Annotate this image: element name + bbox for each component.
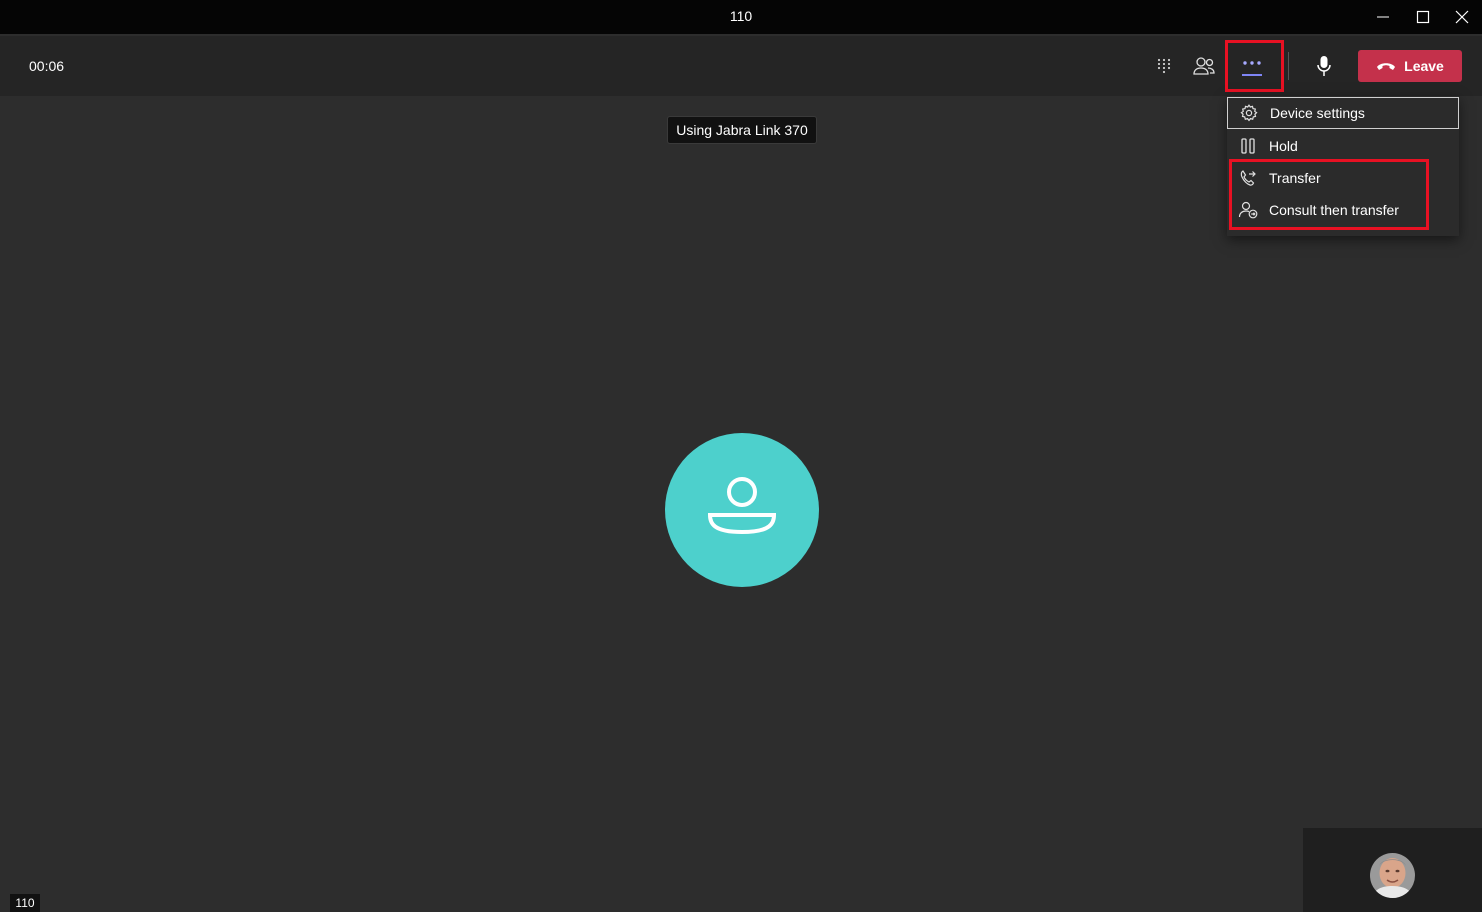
leave-button[interactable]: Leave xyxy=(1358,50,1462,82)
menu-item-label: Device settings xyxy=(1270,105,1365,121)
annotation-highlight-more xyxy=(1225,40,1284,92)
dialpad-button[interactable] xyxy=(1144,46,1184,86)
close-button[interactable] xyxy=(1442,0,1482,34)
microphone-button[interactable] xyxy=(1304,46,1344,86)
dialpad-icon xyxy=(1157,58,1171,74)
menu-item-label: Hold xyxy=(1269,138,1298,154)
menu-item-device-settings[interactable]: Device settings xyxy=(1227,97,1459,129)
participant-name-label: 110 xyxy=(10,894,40,912)
hang-up-icon xyxy=(1377,63,1396,70)
people-button[interactable] xyxy=(1184,46,1224,86)
gear-icon xyxy=(1228,104,1270,122)
window-title: 110 xyxy=(729,8,753,24)
maximize-icon xyxy=(1416,10,1430,24)
menu-item-hold[interactable]: Hold xyxy=(1227,130,1459,162)
pause-icon xyxy=(1227,137,1269,155)
annotation-highlight-transfer xyxy=(1229,159,1429,230)
self-avatar xyxy=(1370,853,1415,898)
minimize-button[interactable] xyxy=(1363,0,1403,34)
call-timer: 00:06 xyxy=(29,58,65,74)
microphone-icon xyxy=(1317,56,1331,76)
close-icon xyxy=(1455,10,1469,24)
leave-label: Leave xyxy=(1404,58,1444,74)
people-icon xyxy=(1193,57,1215,75)
participant-avatar xyxy=(665,433,819,587)
toolbar-divider xyxy=(1288,52,1289,80)
minimize-icon xyxy=(1377,16,1389,18)
title-bar: 110 xyxy=(0,0,1482,34)
maximize-button[interactable] xyxy=(1403,0,1443,34)
device-tooltip: Using Jabra Link 370 xyxy=(667,116,817,144)
person-icon xyxy=(707,477,777,535)
